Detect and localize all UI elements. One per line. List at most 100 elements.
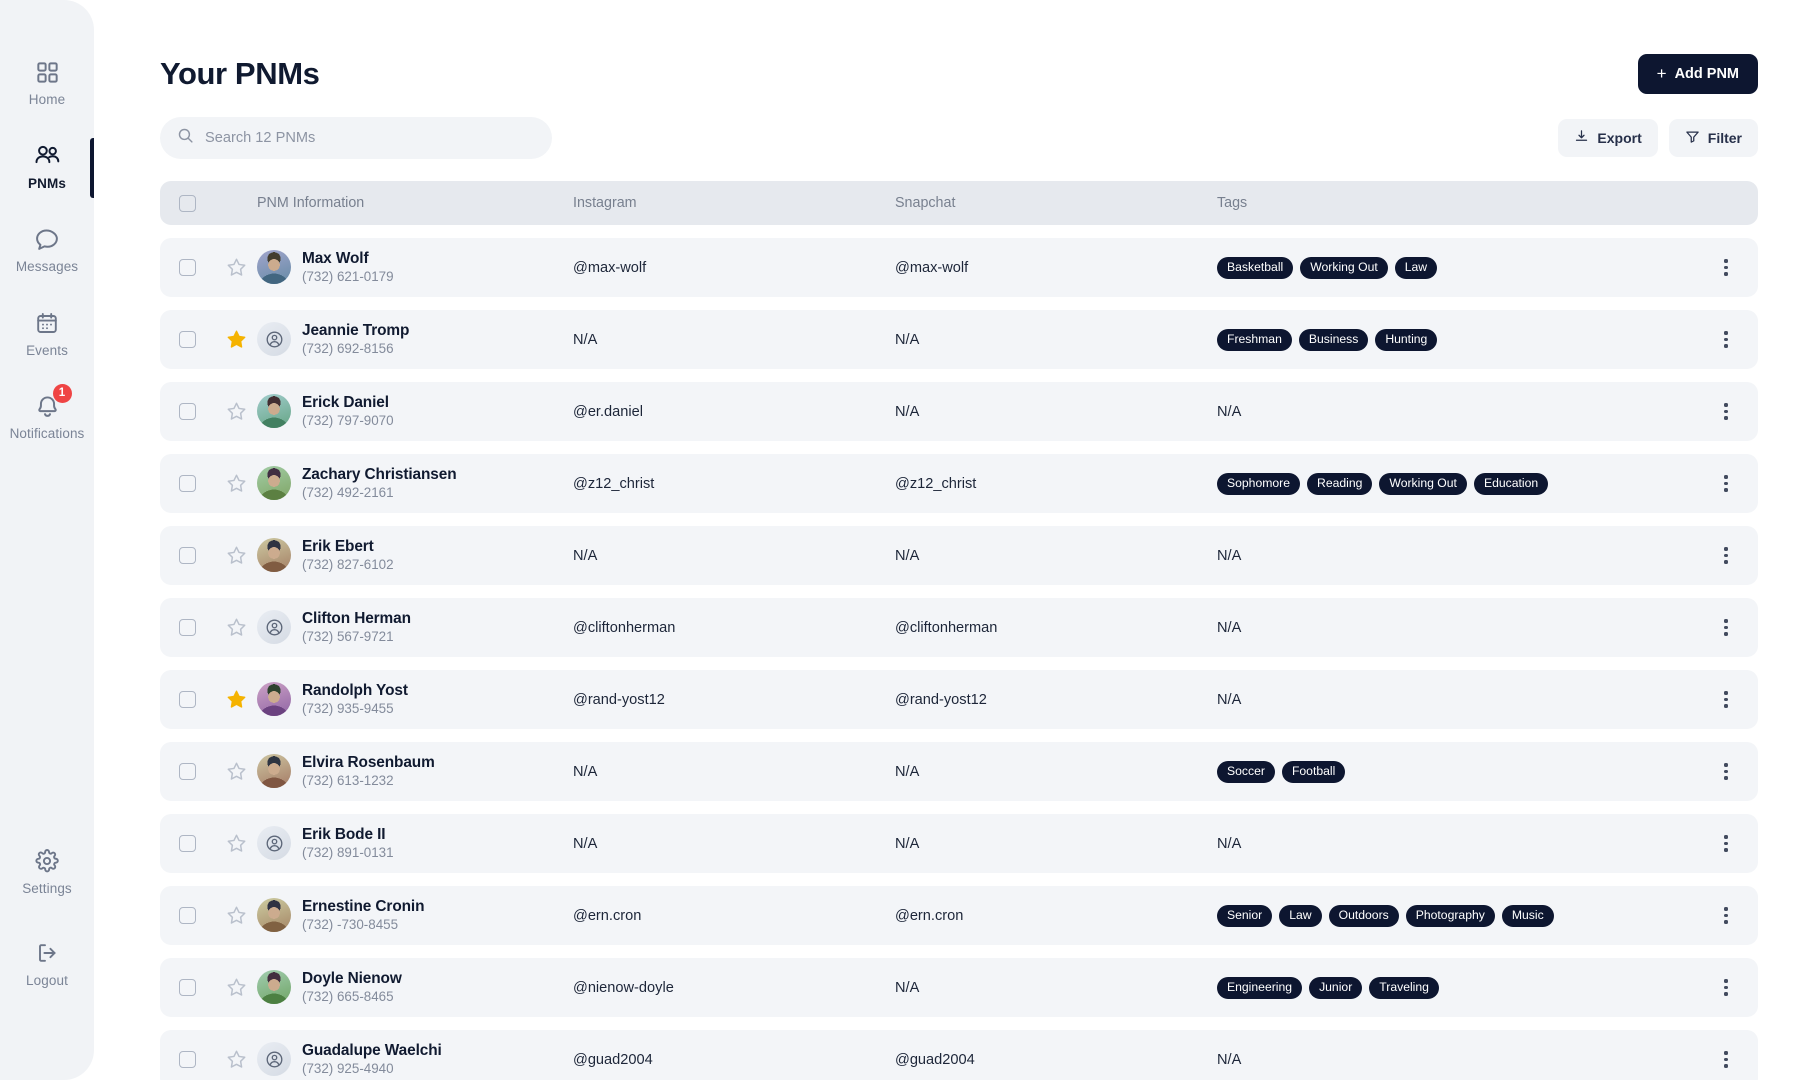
row-options-menu-icon[interactable] [1714,397,1737,425]
row-checkbox[interactable] [179,1051,196,1068]
row-options-menu-icon[interactable] [1714,973,1737,1001]
row-options-menu-icon[interactable] [1714,829,1737,857]
row-options-menu-icon[interactable] [1714,685,1737,713]
table-row[interactable]: Zachary Christiansen (732) 492-2161 @z12… [160,454,1758,513]
export-button[interactable]: Export [1558,119,1658,157]
table-row[interactable]: Randolph Yost (732) 935-9455 @rand-yost1… [160,670,1758,729]
tags-cell: N/A [1217,548,1694,564]
tag-pill[interactable]: Football [1281,760,1346,783]
favorite-toggle[interactable] [215,329,257,350]
instagram-handle: @z12_christ [573,475,655,492]
tags-cell: Basketball Working Out Law [1217,256,1694,279]
tag-pill[interactable]: Law [1279,904,1322,927]
table-row[interactable]: Erik Bode II (732) 891-0131 N/A N/A N/A [160,814,1758,873]
favorite-toggle[interactable] [215,977,257,998]
tag-pill[interactable]: Senior [1217,904,1273,927]
table-row[interactable]: Guadalupe Waelchi (732) 925-4940 @guad20… [160,1030,1758,1080]
pnm-table: PNM Information Instagram Snapchat Tags … [160,181,1758,1080]
row-options-menu-icon[interactable] [1714,469,1737,497]
sidebar-item-notifications[interactable]: 1 Notifications [0,382,94,452]
favorite-toggle[interactable] [215,401,257,422]
row-checkbox[interactable] [179,907,196,924]
search-input[interactable] [205,130,535,146]
favorite-toggle[interactable] [215,761,257,782]
table-row[interactable]: Max Wolf (732) 621-0179 @max-wolf @max-w… [160,238,1758,297]
favorite-toggle[interactable] [215,833,257,854]
table-row[interactable]: Clifton Herman (732) 567-9721 @cliftonhe… [160,598,1758,657]
tag-pill[interactable]: Junior [1309,976,1363,999]
tag-pill[interactable]: Outdoors [1328,904,1399,927]
favorite-toggle[interactable] [215,905,257,926]
tag-pill[interactable]: Education [1473,472,1549,495]
tags-cell: Engineering Junior Traveling [1217,976,1694,999]
table-row[interactable]: Elvira Rosenbaum (732) 613-1232 N/A N/A … [160,742,1758,801]
row-checkbox[interactable] [179,835,196,852]
pnm-info-cell: Max Wolf (732) 621-0179 [257,250,573,285]
users-icon [34,143,61,169]
tag-pill[interactable]: Soccer [1217,760,1275,783]
favorite-toggle[interactable] [215,1049,257,1070]
select-all-checkbox[interactable] [179,194,196,212]
sidebar-item-pnms[interactable]: PNMs [0,132,94,202]
table-row[interactable]: Doyle Nienow (732) 665-8465 @nienow-doyl… [160,958,1758,1017]
tag-pill[interactable]: Working Out [1300,256,1388,279]
tag-pill[interactable]: Reading [1307,472,1373,495]
row-checkbox[interactable] [179,691,196,708]
tag-pill[interactable]: Sophomore [1217,472,1301,495]
instagram-handle: N/A [573,835,598,852]
row-menu-cell [1694,325,1758,353]
row-checkbox[interactable] [179,403,196,420]
tag-pill[interactable]: Music [1501,904,1554,927]
table-row[interactable]: Jeannie Tromp (732) 692-8156 N/A N/A Fre… [160,310,1758,369]
row-options-menu-icon[interactable] [1714,541,1737,569]
row-options-menu-icon[interactable] [1714,1045,1737,1073]
tag-pill[interactable]: Hunting [1375,328,1438,351]
row-checkbox[interactable] [179,331,196,348]
favorite-toggle[interactable] [215,545,257,566]
row-options-menu-icon[interactable] [1714,757,1737,785]
row-options-menu-icon[interactable] [1714,901,1737,929]
row-checkbox[interactable] [179,547,196,564]
sidebar-item-home[interactable]: Home [0,48,94,118]
tag-pill[interactable]: Basketball [1217,256,1294,279]
tag-pill[interactable]: Engineering [1217,976,1303,999]
table-row[interactable]: Ernestine Cronin (732) -730-8455 @ern.cr… [160,886,1758,945]
pnm-name: Erik Ebert [302,538,374,556]
table-row[interactable]: Erick Daniel (732) 797-9070 @er.daniel N… [160,382,1758,441]
tag-pill[interactable]: Working Out [1379,472,1467,495]
sidebar-item-label: Settings [22,881,72,896]
row-options-menu-icon[interactable] [1714,613,1737,641]
filter-button[interactable]: Filter [1668,119,1758,157]
tag-pill[interactable]: Business [1298,328,1369,351]
tag-pill[interactable]: Traveling [1369,976,1439,999]
row-select-cell [160,835,215,852]
row-menu-cell [1694,397,1758,425]
sidebar-item-settings[interactable]: Settings [0,837,94,907]
pnm-name-block: Ernestine Cronin (732) -730-8455 [302,898,425,932]
add-pnm-button[interactable]: + Add PNM [1637,54,1758,94]
tag-pill[interactable]: Freshman [1217,328,1292,351]
row-checkbox[interactable] [179,475,196,492]
row-checkbox[interactable] [179,763,196,780]
row-checkbox[interactable] [179,259,196,276]
avatar-photo [257,682,291,717]
row-select-cell [160,619,215,636]
tag-pill[interactable]: Law [1394,256,1438,279]
favorite-toggle[interactable] [215,257,257,278]
sidebar-item-logout[interactable]: Logout [0,929,94,999]
sidebar-item-events[interactable]: Events [0,299,94,369]
search-box[interactable] [160,117,552,159]
favorite-toggle[interactable] [215,689,257,710]
tag-pill[interactable]: Photography [1405,904,1495,927]
favorite-toggle[interactable] [215,617,257,638]
row-options-menu-icon[interactable] [1714,253,1737,281]
row-checkbox[interactable] [179,619,196,636]
sidebar-item-messages[interactable]: Messages [0,215,94,285]
instagram-handle: @nienow-doyle [573,979,674,996]
notification-badge: 1 [52,384,72,403]
row-checkbox[interactable] [179,979,196,996]
row-options-menu-icon[interactable] [1714,325,1737,353]
table-row[interactable]: Erik Ebert (732) 827-6102 N/A N/A N/A [160,526,1758,585]
sidebar-primary-nav: Home PNMs Messages Events 1 Notifications [0,48,94,466]
favorite-toggle[interactable] [215,473,257,494]
